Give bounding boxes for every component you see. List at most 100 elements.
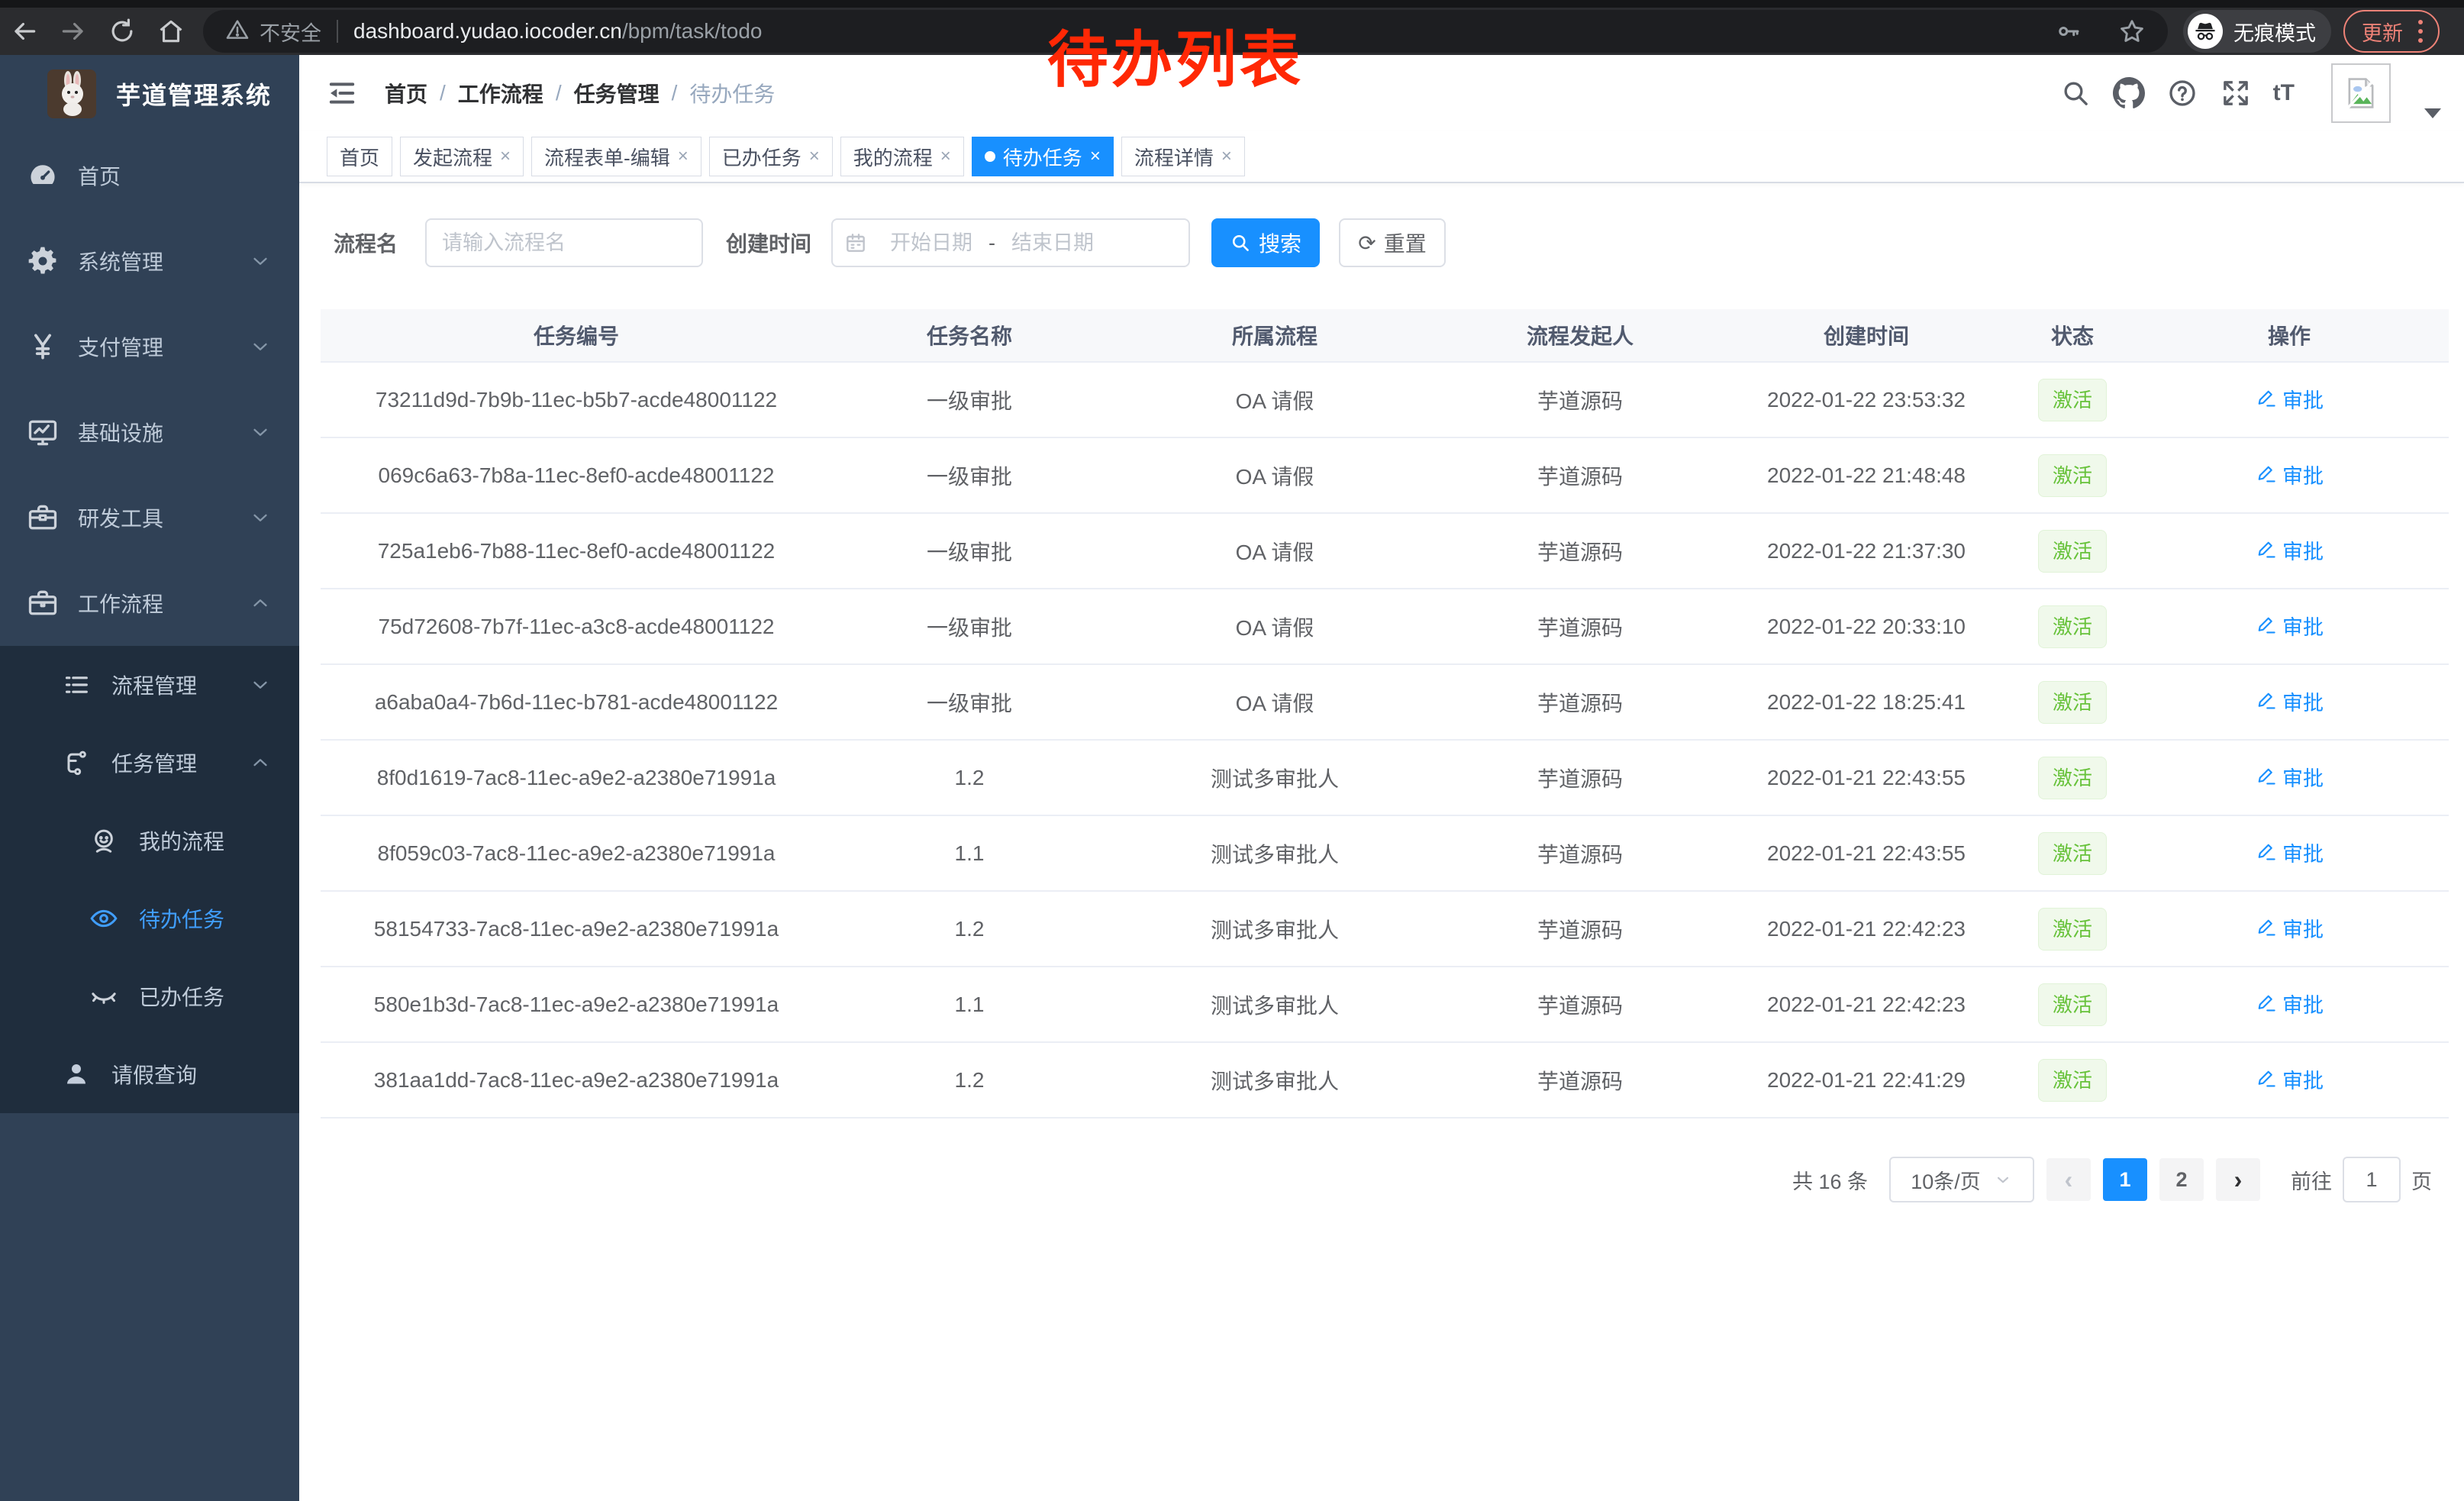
tab-label: 首页 (340, 143, 379, 171)
approve-link[interactable]: 审批 (2255, 384, 2324, 414)
chevron-up-icon (249, 751, 272, 774)
url-path[interactable]: /bpm/task/todo (622, 19, 763, 44)
bookmark-star-icon[interactable] (2117, 17, 2146, 46)
approve-link[interactable]: 审批 (2255, 838, 2324, 867)
end-date-input[interactable] (995, 231, 1110, 255)
next-page-button[interactable]: › (2216, 1158, 2260, 1201)
sidebar-item-label: 流程管理 (111, 670, 249, 700)
help-icon[interactable] (2166, 77, 2198, 109)
close-tab-icon[interactable]: × (1221, 147, 1232, 166)
select-chevron-icon (1993, 1170, 2013, 1190)
approve-link-label: 审批 (2282, 460, 2324, 489)
active-tab-dot-icon (985, 151, 995, 162)
cell-id: 73211d9d-7b9b-11ec-b5b7-acde48001122 (321, 362, 832, 437)
start-date-input[interactable] (874, 231, 989, 255)
sidebar-item-label: 系统管理 (78, 246, 249, 276)
table-row: 381aa1dd-7ac8-11ec-a9e2-a2380e71991a1.2测… (321, 1042, 2449, 1118)
sidebar-item-流程管理[interactable]: 流程管理 (0, 646, 299, 724)
browser-home-icon[interactable] (147, 17, 195, 46)
url-domain[interactable]: dashboard.yudao.iocoder.cn (353, 19, 622, 44)
sidebar-item-待办任务[interactable]: 待办任务 (0, 880, 299, 957)
sidebar-toggle-icon[interactable] (327, 78, 357, 108)
sidebar-item-已办任务[interactable]: 已办任务 (0, 957, 299, 1035)
approve-link[interactable]: 审批 (2255, 460, 2324, 489)
github-icon[interactable] (2113, 77, 2145, 109)
browser-menu-kebab-icon[interactable] (2415, 17, 2426, 46)
cell-name: 一级审批 (832, 437, 1107, 513)
breadcrumb-item-工作流程[interactable]: 工作流程 (458, 78, 543, 108)
sidebar-item-支付管理[interactable]: 支付管理 (0, 304, 299, 389)
search-button[interactable]: 搜索 (1211, 218, 1320, 267)
top-navbar: 首页/工作流程/任务管理/待办任务 tT (299, 55, 2464, 131)
approve-link[interactable]: 审批 (2255, 1064, 2324, 1094)
close-tab-icon[interactable]: × (678, 147, 689, 166)
browser-update-button[interactable]: 更新 (2343, 10, 2440, 53)
close-tab-icon[interactable]: × (1090, 147, 1101, 166)
cell-starter: 芋道源码 (1443, 362, 1717, 437)
approve-link[interactable]: 审批 (2255, 762, 2324, 792)
close-tab-icon[interactable]: × (809, 147, 820, 166)
sidebar-item-基础设施[interactable]: 基础设施 (0, 389, 299, 475)
column-header-流程发起人: 流程发起人 (1443, 309, 1717, 362)
tab-流程详情[interactable]: 流程详情× (1121, 137, 1245, 176)
sidebar-item-请假查询[interactable]: 请假查询 (0, 1035, 299, 1113)
status-badge: 激活 (2038, 605, 2107, 648)
tab-首页[interactable]: 首页 (327, 137, 392, 176)
approve-link[interactable]: 审批 (2255, 989, 2324, 1018)
reset-button[interactable]: ⟳ 重置 (1339, 218, 1446, 267)
url-divider (337, 20, 338, 43)
tab-待办任务[interactable]: 待办任务× (972, 137, 1114, 176)
browser-back-icon[interactable] (0, 17, 49, 46)
font-size-icon[interactable]: tT (2273, 80, 2295, 106)
prev-page-button[interactable]: ‹ (2046, 1158, 2091, 1201)
column-header-所属流程: 所属流程 (1107, 309, 1443, 362)
sidebar-item-系统管理[interactable]: 系统管理 (0, 218, 299, 304)
breadcrumb-separator: / (672, 81, 678, 105)
search-icon[interactable] (2059, 77, 2091, 109)
process-name-input[interactable] (425, 218, 703, 267)
close-tab-icon[interactable]: × (500, 147, 511, 166)
sidebar-item-label: 待办任务 (139, 903, 299, 934)
fullscreen-icon[interactable] (2220, 77, 2252, 109)
password-key-icon[interactable] (2055, 18, 2082, 45)
approve-link-label: 审批 (2282, 384, 2324, 414)
cell-process: 测试多审批人 (1107, 1042, 1443, 1118)
goto-page-input[interactable] (2343, 1157, 2401, 1202)
sidebar-item-工作流程[interactable]: 工作流程 (0, 560, 299, 646)
close-tab-icon[interactable]: × (940, 147, 951, 166)
tab-已办任务[interactable]: 已办任务× (709, 137, 833, 176)
avatar-dropdown-caret-icon[interactable] (2424, 108, 2441, 118)
refresh-icon: ⟳ (1358, 231, 1376, 256)
app-logo-row[interactable]: 芋道管理系统 (0, 55, 299, 133)
table-header-row: 任务编号任务名称所属流程流程发起人创建时间状态操作 (321, 309, 2449, 362)
approve-link[interactable]: 审批 (2255, 686, 2324, 716)
page-size-select[interactable]: 10条/页 (1889, 1157, 2034, 1202)
update-label[interactable]: 更新 (2362, 17, 2403, 47)
approve-link[interactable]: 审批 (2255, 913, 2324, 943)
tab-label: 流程表单-编辑 (544, 143, 670, 171)
sidebar-item-首页[interactable]: 首页 (0, 133, 299, 218)
sidebar-item-任务管理[interactable]: 任务管理 (0, 724, 299, 802)
date-range-picker[interactable]: - (831, 218, 1190, 267)
edit-pencil-icon (2255, 538, 2282, 561)
sidebar-item-研发工具[interactable]: 研发工具 (0, 475, 299, 560)
tab-我的流程[interactable]: 我的流程× (840, 137, 964, 176)
breadcrumb-item-任务管理[interactable]: 任务管理 (574, 78, 660, 108)
approve-link[interactable]: 审批 (2255, 611, 2324, 641)
sidebar-item-我的流程[interactable]: 我的流程 (0, 802, 299, 880)
user-avatar[interactable] (2331, 63, 2391, 123)
approve-link[interactable]: 审批 (2255, 535, 2324, 565)
cell-created: 2022-01-21 22:41:29 (1717, 1042, 2015, 1118)
tab-发起流程[interactable]: 发起流程× (400, 137, 524, 176)
breadcrumb-separator: / (440, 81, 446, 105)
page-button-1[interactable]: 1 (2103, 1158, 2147, 1201)
tags-view-bar: 首页发起流程×流程表单-编辑×已办任务×我的流程×待办任务×流程详情× (299, 131, 2464, 183)
page-button-2[interactable]: 2 (2159, 1158, 2204, 1201)
browser-forward-icon[interactable] (49, 17, 98, 46)
cell-process: OA 请假 (1107, 589, 1443, 664)
security-label[interactable]: 不安全 (260, 17, 321, 47)
breadcrumb-item-首页[interactable]: 首页 (385, 78, 427, 108)
browser-reload-icon[interactable] (98, 17, 147, 46)
tab-流程表单-编辑[interactable]: 流程表单-编辑 × (531, 137, 701, 176)
table-row: 580e1b3d-7ac8-11ec-a9e2-a2380e71991a1.1测… (321, 967, 2449, 1042)
